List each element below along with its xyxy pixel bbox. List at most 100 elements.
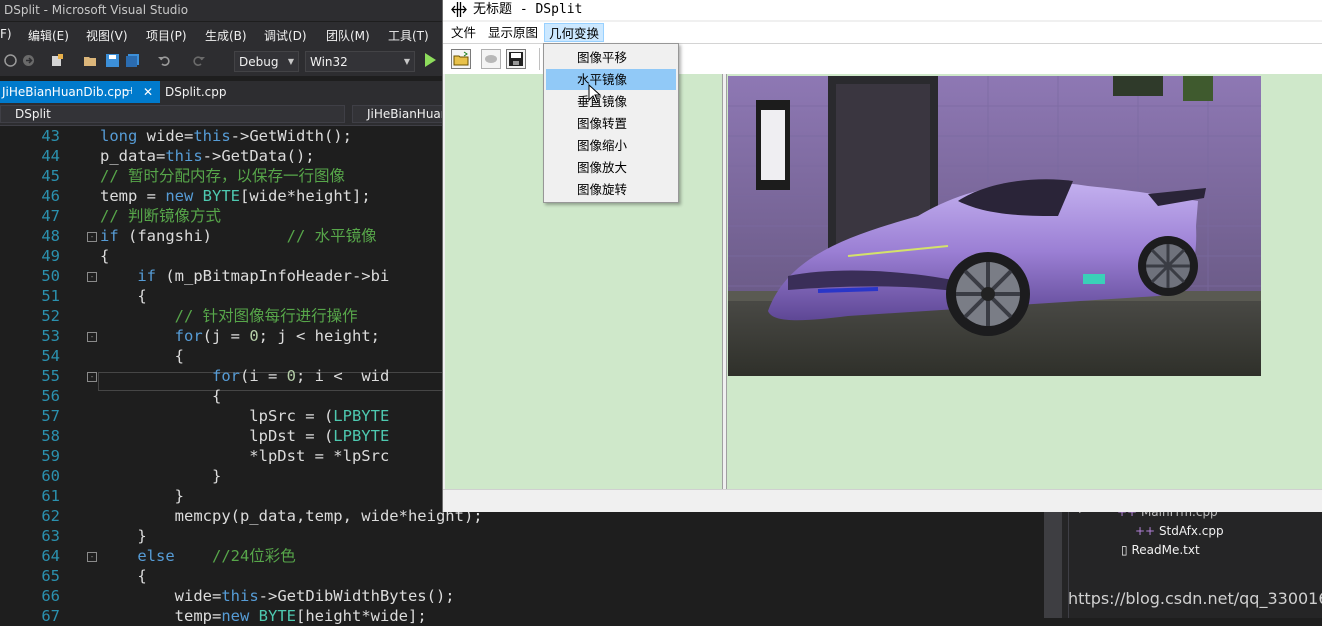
vs-menu-debug[interactable]: 调试(D) xyxy=(264,27,307,44)
new-item-icon[interactable] xyxy=(50,54,63,67)
line-number: 44 xyxy=(41,147,60,165)
back-icon[interactable] xyxy=(4,54,17,67)
code-text: { xyxy=(100,287,147,305)
line-number: 59 xyxy=(41,447,60,465)
toolbar-separator xyxy=(539,48,540,70)
watermark: https://blog.csdn.net/qq_33001647 xyxy=(1068,589,1322,608)
forward-icon[interactable] xyxy=(22,54,35,67)
code-text: for(i = 0; i < wid xyxy=(211,367,390,385)
line-number: 55 xyxy=(41,367,60,385)
code-text: { xyxy=(100,567,147,585)
line-number: 48 xyxy=(41,227,60,245)
vs-menu-file[interactable]: F) xyxy=(0,27,12,41)
displayed-image xyxy=(728,76,1261,376)
editor-scrollbar[interactable] xyxy=(1044,510,1062,618)
undo-icon[interactable] xyxy=(158,54,171,67)
line-number: 53 xyxy=(41,327,60,345)
geometric-transform-menu: 图像平移 水平镜像 垂直镜像 图像转置 图像缩小 图像放大 图像旋转 xyxy=(543,43,679,203)
open-folder-icon xyxy=(453,51,469,66)
right-view-pane[interactable] xyxy=(727,74,1322,489)
code-text: } xyxy=(100,527,147,545)
symbol-scope-dropdown[interactable]: JiHeBianHuan xyxy=(352,105,447,123)
menu-item-translate[interactable]: 图像平移 xyxy=(546,47,676,68)
fold-toggle[interactable]: - xyxy=(87,552,97,562)
new-file-icon xyxy=(485,55,497,63)
text-file-icon: ▯ xyxy=(1121,543,1128,557)
dsplit-titlebar: 无标题 - DSplit xyxy=(443,0,1322,20)
open-folder-icon[interactable] xyxy=(84,54,97,67)
save-icon xyxy=(509,52,523,66)
save-button[interactable] xyxy=(506,49,526,69)
line-number: 64 xyxy=(41,547,60,565)
dsplit-menubar: 文件 显示原图 几何变换 xyxy=(443,22,1322,43)
line-number: 62 xyxy=(41,507,60,525)
line-number: 54 xyxy=(41,347,60,365)
close-icon[interactable]: ✕ xyxy=(143,81,153,103)
menu-show-original[interactable]: 显示原图 xyxy=(488,25,538,41)
menu-geometric-transform[interactable]: 几何变换 xyxy=(544,23,605,42)
code-text: // 暂时分配内存，以保存一行图像 xyxy=(100,167,345,185)
menu-item-vertical-mirror[interactable]: 垂直镜像 xyxy=(546,91,676,112)
vs-menu-team[interactable]: 团队(M) xyxy=(326,27,370,44)
menu-item-transpose[interactable]: 图像转置 xyxy=(546,113,676,134)
start-debug-icon[interactable] xyxy=(424,53,436,67)
vs-menu-edit[interactable]: 编辑(E) xyxy=(28,27,69,44)
window-title: 无标题 - DSplit xyxy=(473,2,583,17)
menu-item-zoom-out[interactable]: 图像缩小 xyxy=(546,135,676,156)
menu-item-rotate[interactable]: 图像旋转 xyxy=(546,179,676,200)
line-number: 60 xyxy=(41,467,60,485)
code-text: long wide=this->GetWidth(); xyxy=(100,127,352,145)
solution-item[interactable]: ▯ ReadMe.txt xyxy=(1121,543,1200,557)
line-number: 50 xyxy=(41,267,60,285)
tab-label: DSplit.cpp xyxy=(165,85,227,99)
solution-item[interactable]: ++ StdAfx.cpp xyxy=(1135,524,1224,538)
pin-icon[interactable]: ⊣ xyxy=(124,81,133,103)
code-text: } xyxy=(100,487,184,505)
line-number: 57 xyxy=(41,407,60,425)
cpp-file-icon: ++ xyxy=(1135,524,1156,538)
code-text: lpDst = (LPBYTE xyxy=(100,427,390,445)
open-button[interactable] xyxy=(451,49,471,69)
line-number: 56 xyxy=(41,387,60,405)
save-icon[interactable] xyxy=(106,54,119,67)
config-value: Debug xyxy=(239,55,279,69)
fold-toggle[interactable]: - xyxy=(87,372,97,382)
line-number: 61 xyxy=(41,487,60,505)
tab-jihebianhuandib[interactable]: JiHeBianHuanDib.cpp ⊣ ✕ xyxy=(0,81,160,103)
redo-icon[interactable] xyxy=(192,54,205,67)
fold-toggle[interactable]: - xyxy=(87,272,97,282)
platform-value: Win32 xyxy=(310,55,348,69)
new-button[interactable] xyxy=(481,49,501,69)
line-number: 51 xyxy=(41,287,60,305)
vs-menu-view[interactable]: 视图(V) xyxy=(86,27,128,44)
line-number: 67 xyxy=(41,607,60,625)
project-scope-dropdown[interactable]: DSplit xyxy=(0,105,345,123)
vs-menu-project[interactable]: 项目(P) xyxy=(146,27,187,44)
code-text: memcpy(p_data,temp, wide*height); xyxy=(100,507,483,525)
code-text: if (fangshi) // 水平镜像 xyxy=(100,227,377,245)
config-dropdown[interactable]: Debug ▼ xyxy=(234,51,299,72)
chevron-down-icon: ▼ xyxy=(403,57,410,66)
project-scope-value: DSplit xyxy=(15,107,51,121)
code-text: { xyxy=(100,247,110,265)
symbol-scope-value: JiHeBianHuan xyxy=(367,107,447,121)
code-text: p_data=this->GetData(); xyxy=(100,147,315,165)
line-number: 66 xyxy=(41,587,60,605)
menu-item-horizontal-mirror[interactable]: 水平镜像 xyxy=(546,69,676,90)
line-number: 45 xyxy=(41,167,60,185)
platform-dropdown[interactable]: Win32 ▼ xyxy=(305,51,415,72)
tab-dsplit-cpp[interactable]: DSplit.cpp xyxy=(163,81,243,103)
menu-file[interactable]: 文件 xyxy=(451,25,476,41)
line-number: 43 xyxy=(41,127,60,145)
car-photo xyxy=(728,76,1261,376)
fold-toggle[interactable]: - xyxy=(87,332,97,342)
fold-toggle[interactable]: - xyxy=(87,232,97,242)
menu-item-zoom-in[interactable]: 图像放大 xyxy=(546,157,676,178)
mouse-cursor-icon xyxy=(588,84,602,104)
line-number: 46 xyxy=(41,187,60,205)
line-number: 49 xyxy=(41,247,60,265)
code-text: for(j = 0; j < height; xyxy=(174,327,380,345)
save-all-icon[interactable] xyxy=(126,54,139,67)
vs-menu-tools[interactable]: 工具(T) xyxy=(388,27,429,44)
vs-menu-build[interactable]: 生成(B) xyxy=(205,27,247,44)
